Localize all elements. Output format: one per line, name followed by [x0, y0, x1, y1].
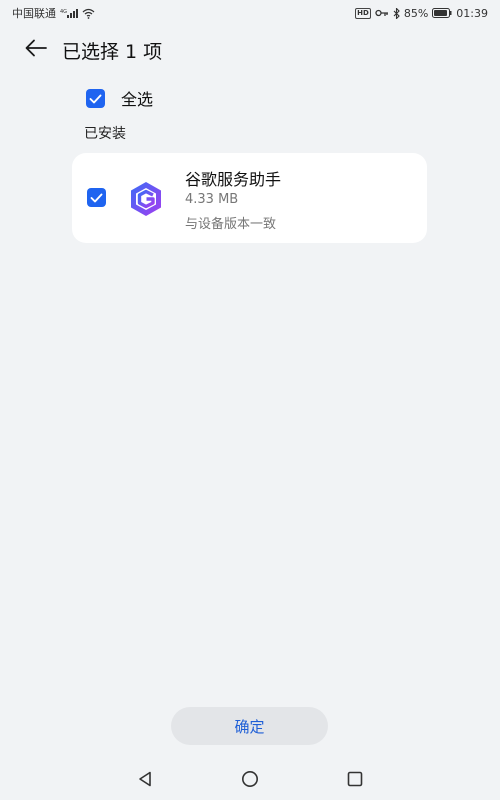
app-name: 谷歌服务助手 — [185, 170, 282, 189]
battery-percent: 85% — [403, 6, 429, 20]
battery-icon — [432, 8, 452, 18]
svg-text:4G: 4G — [60, 9, 67, 15]
nav-home-button[interactable] — [241, 770, 259, 792]
circle-home-icon — [241, 770, 259, 792]
clock: 01:39 — [456, 6, 488, 20]
back-arrow-icon — [25, 39, 47, 61]
app-checkbox[interactable] — [87, 188, 106, 207]
back-button[interactable] — [16, 30, 56, 70]
page-title: 已选择 1 项 — [62, 40, 163, 63]
app-size: 4.33 MB — [185, 192, 239, 207]
status-left: 中国联通 4G — [12, 5, 95, 21]
google-services-icon — [128, 181, 164, 217]
select-all-row[interactable]: 全选 — [86, 86, 153, 110]
triangle-back-icon — [138, 771, 152, 791]
nav-back-button[interactable] — [136, 771, 154, 791]
select-all-checkbox[interactable] — [86, 88, 105, 108]
status-bar: 中国联通 4G HD 85% 01:39 — [0, 0, 500, 26]
checkmark-icon — [89, 89, 102, 108]
section-title-installed: 已安装 — [84, 126, 126, 142]
app-version-status: 与设备版本一致 — [185, 217, 277, 232]
nav-recents-button[interactable] — [346, 771, 364, 791]
key-icon — [375, 8, 389, 18]
cellular-signal-icon: 4G — [60, 8, 78, 19]
select-all-label: 全选 — [121, 90, 154, 109]
checkmark-icon — [90, 188, 103, 207]
wifi-icon — [82, 8, 95, 19]
carrier-label: 中国联通 — [12, 7, 56, 20]
navigation-bar — [0, 760, 500, 800]
hd-icon: HD — [355, 7, 371, 19]
header: 已选择 1 项 — [0, 30, 500, 70]
square-recents-icon — [347, 771, 363, 791]
bluetooth-icon — [393, 7, 400, 19]
confirm-button[interactable]: 确定 — [171, 707, 328, 745]
status-right: HD 85% 01:39 — [355, 7, 488, 20]
